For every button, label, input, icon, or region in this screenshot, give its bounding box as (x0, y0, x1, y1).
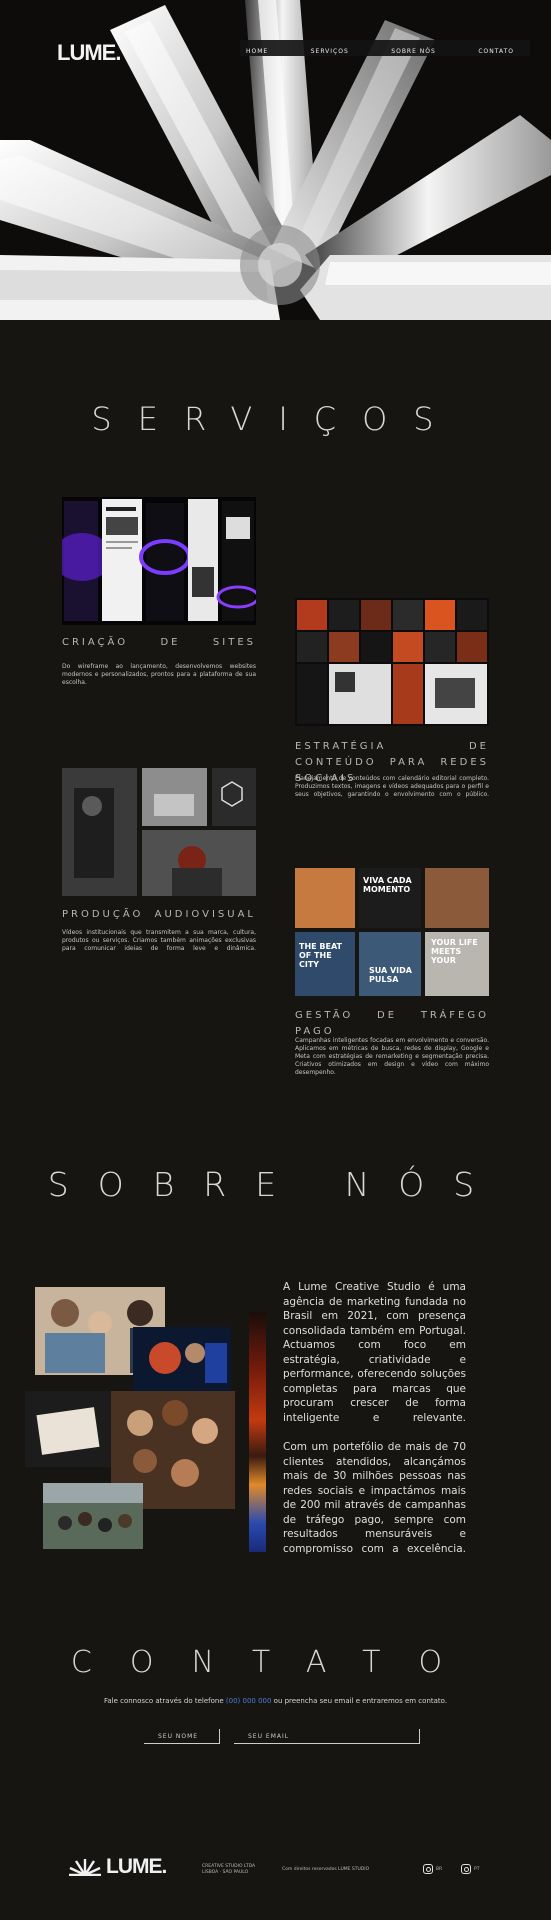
service-desc-audiovisual: Vídeos institucionais que transmitem a s… (62, 929, 256, 952)
about-paragraph-2: Com um portefólio de mais de 70 clientes… (283, 1441, 466, 1555)
name-input[interactable] (144, 1729, 220, 1744)
social-label-pt: PT (474, 1866, 480, 1872)
footer-address-line-2: LISBOA · SÃO PAULO (202, 1870, 249, 1875)
ad-tile-1: VIVA CADA MOMENTO (359, 868, 421, 928)
footer-logo[interactable]: LUME. (68, 1855, 167, 1879)
nav-item-home[interactable]: HOME (246, 48, 268, 55)
nav-item-servicos[interactable]: SERVIÇOS (311, 48, 349, 55)
service-audiovisual-image (62, 768, 256, 896)
contact-text-after: ou preencha seu email e entraremos em co… (271, 1697, 448, 1705)
ad-tile-2: THE BEAT OF THE CITY (295, 932, 355, 996)
service-desc-websites: Do wireframe ao lançamento, desenvolvemo… (62, 663, 256, 686)
social-instagram-pt[interactable]: PT (461, 1864, 479, 1874)
nav-item-contato[interactable]: CONTATO (478, 48, 514, 55)
email-input[interactable] (234, 1729, 420, 1744)
service-title-traffic: GESTÃO DE TRÁFEGO PAGO (295, 1010, 489, 1037)
service-title-websites: CRIAÇÃO DE SITES (62, 637, 256, 648)
ad-tile-4: SUA VIDA PULSA (359, 932, 421, 996)
services-title: SERVIÇOS (91, 400, 460, 438)
instagram-icon (461, 1864, 471, 1874)
nav-item-sobre-nos[interactable]: SOBRE NÓS (391, 48, 436, 55)
footer-address: CREATIVE STUDIO LTDA LISBOA · SÃO PAULO (202, 1864, 255, 1876)
hero-banner: LUME. HOME SERVIÇOS SOBRE NÓS CONTATO (0, 0, 551, 320)
main-nav: HOME SERVIÇOS SOBRE NÓS CONTATO (246, 43, 514, 59)
about-title: SOBRE NÓS (47, 1165, 504, 1204)
social-label-br: BR (436, 1866, 443, 1872)
service-traffic-image: VIVA CADA MOMENTO THE BEAT OF THE CITY S… (295, 868, 489, 996)
footer-copyright: Com direitos reservados LUME STUDIO (282, 1867, 370, 1872)
contact-phone-link[interactable]: (00) 000 000 (226, 1697, 272, 1705)
social-instagram-br[interactable]: BR (423, 1864, 442, 1874)
about-photo-collage (25, 1283, 235, 1553)
about-gradient-strip (249, 1312, 266, 1552)
service-title-audiovisual: PRODUÇÃO AUDIOVISUAL (62, 909, 256, 920)
about-paragraph-1: A Lume Creative Studio é uma agência de … (283, 1281, 466, 1424)
service-desc-traffic: Campanhas inteligentes focadas em envolv… (295, 1037, 489, 1076)
contact-text-before: Fale connosco através do telefone (103, 1697, 226, 1705)
sun-rays-icon (69, 1859, 101, 1876)
service-social-image (295, 598, 489, 726)
ad-tile-3: YOUR LIFE MEETS YOUR (425, 932, 489, 996)
service-desc-social: Planejamento de conteúdos com calendário… (295, 775, 489, 798)
contact-title: CONTATO (70, 1645, 481, 1680)
footer-brand: LUME. (106, 1855, 167, 1878)
service-websites-image (62, 497, 256, 625)
instagram-icon (423, 1864, 433, 1874)
logo[interactable]: LUME. (57, 40, 121, 66)
contact-text: Fale connosco através do telefone (00) 0… (0, 1697, 551, 1705)
